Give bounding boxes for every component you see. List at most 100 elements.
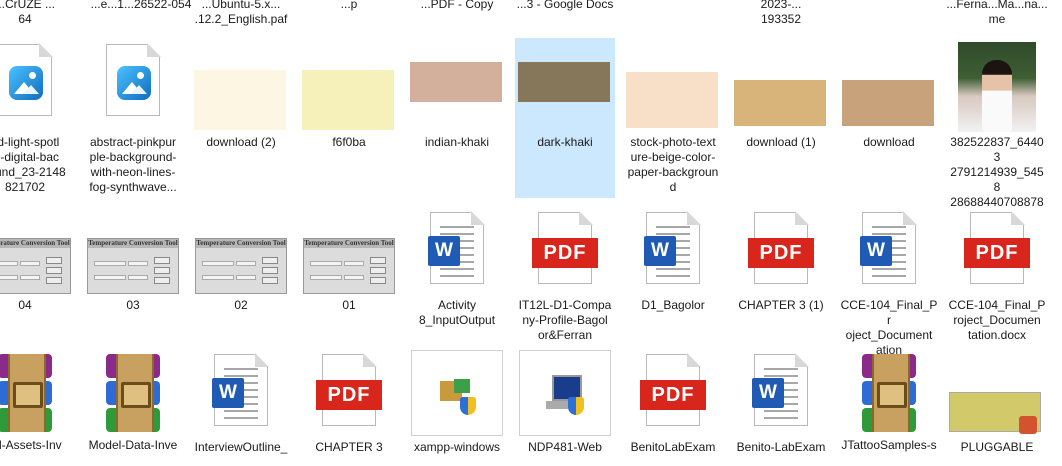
text-line — [224, 417, 258, 419]
text-line — [656, 226, 690, 228]
label-line: ...Ubuntu-5.x... — [201, 0, 281, 11]
document-page: W — [860, 211, 917, 284]
image-file-icon — [117, 66, 151, 100]
label-line: ...PDF - Copy — [420, 0, 494, 11]
file-item[interactable]: abstract-pinkpur ple-background-with-neon… — [83, 38, 183, 198]
file-name: download (1) — [731, 135, 831, 150]
file-item[interactable]: Model-Data-Inve — [83, 346, 183, 466]
button-shape — [46, 277, 62, 284]
file-item[interactable]: W CCE-104_Final_Pr oject_Document ation — [839, 204, 939, 357]
file-label-partial[interactable]: ...e...1...26522-054 — [87, 0, 195, 12]
color-swatch-thumbnail — [734, 80, 826, 126]
file-item[interactable]: PDF CCE-104_Final_P roject_Documen tation.d… — [947, 204, 1047, 344]
label-line: CHAPTER 3 (1) — [738, 298, 824, 312]
file-item[interactable]: download (1) — [731, 38, 831, 198]
field-shape — [128, 261, 148, 266]
label-line: ...e...1...26522-054 — [90, 0, 192, 11]
computer-base — [546, 401, 568, 409]
file-item[interactable]: download (2) — [191, 38, 291, 198]
file-label-partial[interactable]: ...PDF - Copy — [403, 0, 511, 12]
file-label-partial[interactable]: ...3 - Google Docs — [511, 0, 619, 12]
label-line: ...Ferna...Ma...na... — [946, 0, 1048, 11]
sun-shape — [29, 72, 36, 79]
file-item[interactable]: Temperature Conversion Tool 02 — [191, 204, 291, 344]
text-line — [872, 275, 906, 277]
file-label-partial[interactable]: ...CrUZE ... 64 — [0, 0, 79, 27]
document-page: W — [752, 353, 809, 426]
file-name: xampp-windows — [407, 440, 507, 455]
button-shape — [370, 257, 386, 264]
button-shape — [154, 277, 170, 284]
page-fold — [363, 353, 377, 367]
field-shape — [310, 261, 342, 266]
label-line: 04 — [18, 298, 32, 312]
color-swatch-thumbnail — [842, 80, 934, 126]
file-item[interactable]: JTattooSamples-s — [839, 346, 939, 466]
file-item[interactable]: PDF BenitoLabExam — [623, 346, 723, 466]
file-label-partial[interactable]: ...p — [295, 0, 403, 12]
button-shape — [262, 277, 278, 284]
file-item[interactable]: PDF CHAPTER 3 — [299, 346, 399, 466]
screenshot-thumbnail: Temperature Conversion Tool — [195, 238, 287, 294]
file-item[interactable]: Temperature Conversion Tool 03 — [83, 204, 183, 344]
page-fold — [579, 211, 593, 225]
file-name: f6f0ba — [299, 135, 399, 150]
document-page: PDF — [316, 353, 382, 426]
label-line: Model-Data-Inve — [88, 438, 178, 452]
file-item[interactable]: download — [839, 38, 939, 198]
file-item[interactable]: W InterviewOutline_ — [191, 346, 291, 466]
button-shape — [46, 267, 62, 274]
file-name: NDP481-Web — [515, 440, 615, 455]
file-item[interactable]: 382522837_64403 2791214939_5458 2868844070… — [947, 38, 1047, 239]
file-item[interactable]: dark-khaki — [515, 38, 615, 198]
file-item[interactable]: ed-Assets-Inv — [0, 346, 75, 466]
file-name: PLUGGABLE — [947, 440, 1047, 455]
file-item[interactable]: W Activity 8_InputOutput — [407, 204, 507, 344]
file-name: 03 — [83, 298, 183, 313]
file-item[interactable]: W Benito-LabExam — [731, 346, 831, 466]
color-swatch-thumbnail — [626, 72, 718, 128]
image-file-icon — [9, 66, 43, 100]
label-line: me — [988, 12, 1006, 26]
file-item[interactable]: indian-khaki — [407, 38, 507, 198]
photo-thumbnail — [958, 42, 1036, 132]
button-shape — [262, 257, 278, 264]
page-fold — [147, 43, 161, 57]
file-item[interactable]: f6f0ba — [299, 38, 399, 198]
file-label-partial[interactable]: ...Ubuntu-5.x... .12.2_English.paf — [187, 0, 295, 27]
field-shape — [202, 261, 234, 266]
uac-shield-icon — [568, 397, 584, 415]
label-line: IT12L-D1-Compa — [518, 298, 612, 312]
powerpoint-icon — [1019, 416, 1037, 434]
file-item[interactable]: PLUGGABLE — [947, 346, 1047, 466]
pdf-icon: PDF — [316, 380, 382, 410]
file-name: ed-light-spotlts-digital-bacround_23-214… — [0, 135, 75, 195]
file-item[interactable]: PDF CHAPTER 3 (1) — [731, 204, 831, 344]
page-fold — [687, 211, 701, 225]
file-item[interactable]: W D1_Bagolor — [623, 204, 723, 344]
file-item[interactable]: Temperature Conversion Tool 04 — [0, 204, 75, 344]
archive-buckle — [121, 382, 151, 408]
label-line: 382522837_64403 — [950, 135, 1044, 164]
field-shape — [0, 261, 18, 266]
screenshot-thumbnail: Temperature Conversion Tool — [87, 238, 179, 294]
file-item[interactable]: Temperature Conversion Tool 01 — [299, 204, 399, 344]
file-name: download — [839, 135, 939, 150]
label-line: ts-digital-bac — [0, 150, 60, 164]
file-label-partial[interactable]: ...Ferna...Ma...na... me — [943, 0, 1051, 27]
file-item[interactable]: ed-light-spotlts-digital-bacround_23-214… — [0, 38, 75, 198]
color-swatch-thumbnail — [194, 70, 286, 130]
file-item[interactable]: xampp-windows — [407, 346, 507, 466]
label-line: CCE-104_Final_P — [948, 298, 1046, 312]
file-item[interactable]: PDF IT12L-D1-Compa ny-Profile-Bagol or&Ferr… — [515, 204, 615, 344]
file-name: D1_Bagolor — [623, 298, 723, 313]
file-item[interactable]: stock-photo-text ure-beige-color-paper-ba… — [623, 38, 723, 198]
uac-shield-icon — [460, 397, 476, 415]
page-fold — [795, 353, 809, 367]
color-swatch-thumbnail — [518, 62, 610, 102]
file-item[interactable]: NDP481-Web — [515, 346, 615, 466]
file-label-partial[interactable]: 2023-... 193352 — [727, 0, 835, 27]
document-page — [106, 43, 161, 116]
color-swatch-thumbnail — [410, 62, 502, 102]
label-line: ed-light-spotl — [0, 135, 60, 149]
